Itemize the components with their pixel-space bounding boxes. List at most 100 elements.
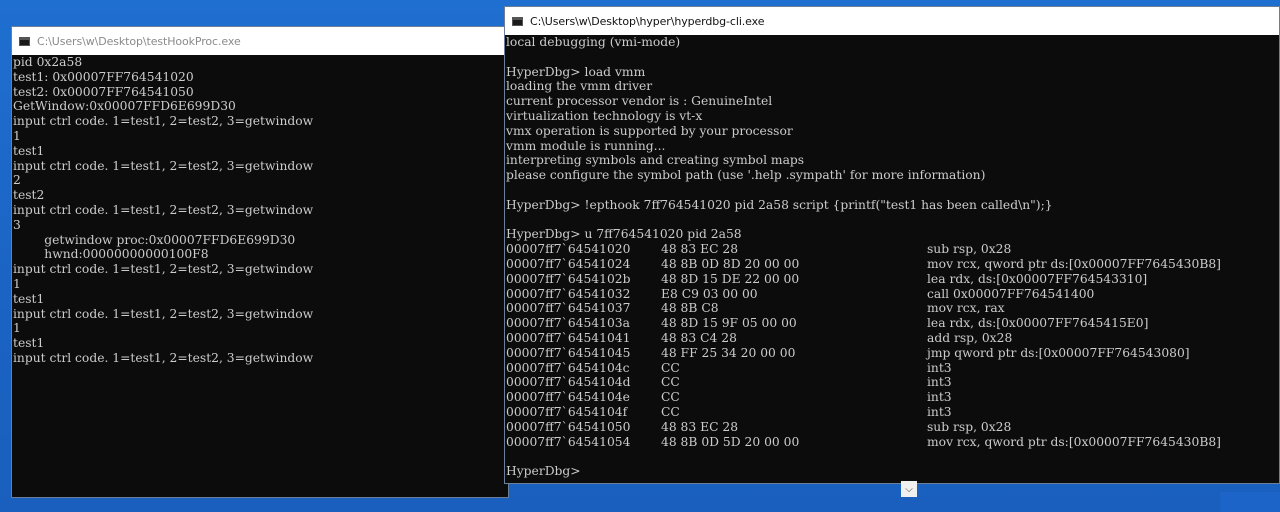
disasm-address: 00007ff7`64541024 [506, 256, 631, 271]
disassembly-row: 00007ff7`64541045 48 FF 25 34 20 00 00 jmp… [506, 346, 1279, 361]
disasm-bytes: CC [661, 375, 680, 390]
disassembly-row: 00007ff7`64541050 48 83 EC 28 sub rsp, 0x2… [506, 420, 1279, 435]
console-line: input ctrl code. 1=test1, 2=test2, 3=get… [13, 202, 314, 217]
console-line: test1: 0x00007FF764541020 [13, 69, 194, 84]
disasm-address: 00007ff7`64541037 [506, 301, 631, 316]
console-line: interpreting symbols and creating symbol… [506, 153, 805, 168]
console-line: input ctrl code. 1=test1, 2=test2, 3=get… [13, 350, 314, 365]
disasm-bytes: 48 8B 0D 5D 20 00 00 [661, 434, 800, 449]
disasm-instruction: lea rdx, ds:[0x00007FF764543310] [927, 271, 1148, 286]
disasm-address: 00007ff7`6454104d [506, 375, 631, 390]
disasm-address: 00007ff7`6454102b [506, 271, 631, 286]
disasm-bytes: CC [661, 404, 680, 419]
console-line: test1 [13, 291, 45, 306]
disassembly-row: 00007ff7`6454104c CC int3 [506, 361, 1279, 376]
console-line: 1 [13, 128, 21, 143]
disassembly-row: 00007ff7`6454104f CC int3 [506, 405, 1279, 420]
disasm-instruction: int3 [927, 404, 952, 419]
console-line: 1 [13, 276, 21, 291]
scroll-down-button[interactable]: ⌵ [901, 481, 917, 497]
disasm-address: 00007ff7`64541054 [506, 434, 631, 449]
disasm-instruction: jmp qword ptr ds:[0x00007FF764543080] [927, 345, 1190, 360]
disasm-address: 00007ff7`6454104c [506, 360, 630, 375]
console-line: hwnd:00000000000100F8 [13, 247, 209, 262]
console-line: input ctrl code. 1=test1, 2=test2, 3=get… [13, 158, 314, 173]
console-line: 2 [13, 173, 21, 188]
disasm-instruction: lea rdx, ds:[0x00007FF7645415E0] [927, 316, 1149, 331]
console-line: vmm module is running... [506, 138, 666, 153]
console-line: HyperDbg> load vmm [506, 64, 646, 79]
desktop-background-corner [1220, 492, 1280, 512]
disasm-bytes: 48 8B C8 [661, 301, 719, 316]
disasm-instruction: sub rsp, 0x28 [927, 242, 1012, 257]
right-window-title: C:\Users\w\Desktop\hyper\hyperdbg-cli.ex… [530, 14, 765, 28]
disassembly-row: 00007ff7`64541020 48 83 EC 28 sub rsp, 0x2… [506, 242, 1279, 257]
console-line: test2 [13, 188, 45, 203]
console-line: vmx operation is supported by your proce… [506, 123, 793, 138]
disassembly-row: 00007ff7`6454104e CC int3 [506, 390, 1279, 405]
console-line: 1 [13, 321, 21, 336]
disassembly-row: 00007ff7`6454103a 48 8D 15 9F 05 00 00 lea… [506, 316, 1279, 331]
disassembly-row: 00007ff7`64541037 48 8B C8 mov rcx, rax [506, 301, 1279, 316]
console-line: HyperDbg> [506, 464, 581, 479]
console-line: test2: 0x00007FF764541050 [13, 84, 194, 99]
right-console-output[interactable]: local debugging (vmi-mode) HyperDbg> load… [505, 35, 1279, 483]
disasm-instruction: int3 [927, 390, 952, 405]
disasm-instruction: call 0x00007FF764541400 [927, 286, 1095, 301]
left-window-title: C:\Users\w\Desktop\testHookProc.exe [37, 34, 241, 48]
chevron-down-icon: ⌵ [905, 483, 913, 495]
disasm-instruction: int3 [927, 360, 952, 375]
disasm-bytes: 48 8B 0D 8D 20 00 00 [661, 256, 800, 271]
disassembly-row: 00007ff7`6454104d CC int3 [506, 375, 1279, 390]
disassembly-row: 00007ff7`64541041 48 83 C4 28 add rsp, 0x2… [506, 331, 1279, 346]
disasm-address: 00007ff7`6454103a [506, 316, 630, 331]
disassembly-row: 00007ff7`6454102b 48 8D 15 DE 22 00 00 lea… [506, 272, 1279, 287]
console-line: HyperDbg> u 7ff764541020 pid 2a58 [506, 227, 742, 242]
left-window-titlebar[interactable]: C:\Users\w\Desktop\testHookProc.exe [12, 27, 508, 55]
disasm-address: 00007ff7`64541050 [506, 419, 631, 434]
console-line: test1 [13, 336, 45, 351]
console-line: loading the vmm driver [506, 79, 653, 94]
disasm-address: 00007ff7`64541032 [506, 286, 631, 301]
disasm-instruction: mov rcx, rax [927, 301, 1005, 316]
disasm-bytes: 48 83 EC 28 [661, 419, 739, 434]
disasm-bytes: CC [661, 360, 680, 375]
disasm-address: 00007ff7`6454104e [506, 390, 630, 405]
console-line: GetWindow:0x00007FFD6E699D30 [13, 99, 236, 114]
disasm-bytes: 48 FF 25 34 20 00 00 [661, 345, 796, 360]
console-line: HyperDbg> !epthook 7ff764541020 pid 2a58… [506, 197, 1053, 212]
console-line: virtualization technology is vt-x [506, 108, 703, 123]
disasm-address: 00007ff7`64541045 [506, 345, 631, 360]
disasm-instruction: mov rcx, qword ptr ds:[0x00007FF7645430B… [927, 434, 1221, 449]
disasm-instruction: sub rsp, 0x28 [927, 419, 1012, 434]
disasm-bytes: 48 8D 15 DE 22 00 00 [661, 271, 800, 286]
console-line: input ctrl code. 1=test1, 2=test2, 3=get… [13, 306, 314, 321]
disasm-instruction: int3 [927, 375, 952, 390]
disasm-address: 00007ff7`64541041 [506, 330, 631, 345]
disasm-instruction: mov rcx, qword ptr ds:[0x00007FF7645430B… [927, 256, 1221, 271]
disassembly-row: 00007ff7`64541032 E8 C9 03 00 00 call 0x00… [506, 287, 1279, 302]
right-console-window[interactable]: C:\Users\w\Desktop\hyper\hyperdbg-cli.ex… [504, 6, 1280, 484]
disasm-bytes: 48 83 EC 28 [661, 242, 739, 257]
console-app-icon [19, 36, 30, 46]
disasm-instruction: add rsp, 0x28 [927, 330, 1013, 345]
console-line: pid 0x2a58 [13, 55, 83, 69]
disasm-address: 00007ff7`64541020 [506, 242, 631, 257]
disasm-bytes: 48 83 C4 28 [661, 330, 737, 345]
right-window-titlebar[interactable]: C:\Users\w\Desktop\hyper\hyperdbg-cli.ex… [505, 7, 1279, 35]
console-line: getwindow proc:0x00007FFD6E699D30 [13, 232, 296, 247]
disassembly-row: 00007ff7`64541054 48 8B 0D 5D 20 00 00 mov… [506, 435, 1279, 450]
console-line: please configure the symbol path (use '.… [506, 168, 986, 183]
console-app-icon [512, 16, 523, 26]
left-console-output[interactable]: pid 0x2a58 test1: 0x00007FF764541020 test2… [12, 55, 508, 497]
console-line: input ctrl code. 1=test1, 2=test2, 3=get… [13, 114, 314, 129]
left-console-window[interactable]: C:\Users\w\Desktop\testHookProc.exe pid … [11, 26, 509, 498]
disassembly-row: 00007ff7`64541024 48 8B 0D 8D 20 00 00 mov… [506, 257, 1279, 272]
console-line: 3 [13, 217, 21, 232]
disasm-bytes: CC [661, 390, 680, 405]
disasm-address: 00007ff7`6454104f [506, 404, 628, 419]
